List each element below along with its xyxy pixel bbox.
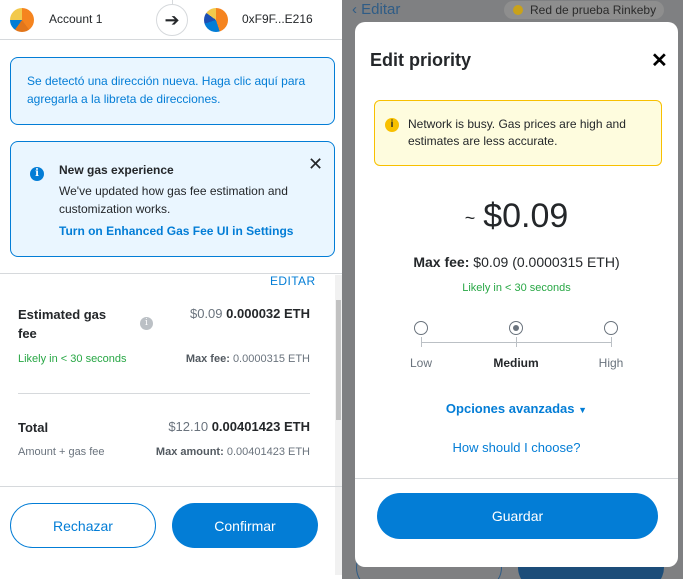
divider <box>0 486 342 487</box>
network-status-icon <box>513 5 523 15</box>
network-badge: Red de prueba Rinkeby <box>504 1 665 19</box>
arrow-right-icon: ➔ <box>156 4 188 36</box>
track-tick <box>421 337 422 347</box>
from-account-name[interactable]: Account 1 <box>49 12 102 26</box>
max-fee-value: 0.0000315 ETH <box>232 353 310 365</box>
max-amount-label: Max amount: <box>155 446 224 458</box>
edit-gas-button[interactable]: EDITAR <box>270 274 316 288</box>
enhanced-gas-settings-link[interactable]: Turn on Enhanced Gas Fee UI in Settings <box>59 224 293 238</box>
modal-title: Edit priority <box>370 50 472 70</box>
gas-fee-eth: 0.000032 ETH <box>226 306 310 321</box>
how-to-choose-link[interactable]: How should I choose? <box>355 440 678 455</box>
radio-high[interactable] <box>604 321 618 335</box>
track-tick <box>611 337 612 347</box>
max-fee-row: Max fee: 0.0000315 ETH <box>186 353 310 365</box>
approx-symbol: ~ <box>464 207 476 228</box>
gas-fee-fiat: $0.09 <box>189 306 223 321</box>
total-subtitle: Amount + gas fee <box>18 446 105 458</box>
confirm-button[interactable]: Confirmar <box>172 503 318 548</box>
info-icon[interactable]: i <box>140 317 153 330</box>
sender-recipient-bar: Account 1 ➔ 0xF9F...E216 <box>0 0 342 40</box>
to-account-address[interactable]: 0xF9F...E216 <box>242 12 313 26</box>
save-button[interactable]: Guardar <box>377 493 658 539</box>
max-fee-fiat: $0.09 <box>473 254 509 270</box>
max-amount-value: 0.00401423 ETH <box>226 446 310 458</box>
gas-notice-title: New gas experience <box>59 163 174 177</box>
to-account-avatar <box>204 8 228 32</box>
chevron-down-icon: ▼ <box>578 405 588 415</box>
divider <box>355 478 678 479</box>
scrollbar-thumb[interactable] <box>336 300 341 420</box>
info-icon: i <box>30 167 44 181</box>
advanced-options-label: Opciones avanzadas <box>445 401 575 416</box>
divider <box>18 393 310 394</box>
option-label-low[interactable]: Low <box>391 356 451 370</box>
total-amount: $12.10 0.00401423 ETH <box>168 419 310 434</box>
radio-low[interactable] <box>414 321 428 335</box>
network-name: Red de prueba Rinkeby <box>530 3 657 17</box>
close-icon[interactable]: ✕ <box>651 48 668 73</box>
background-header: ‹ Editar Red de prueba Rinkeby <box>342 0 683 22</box>
track-tick <box>516 337 517 347</box>
option-label-high[interactable]: High <box>581 356 641 370</box>
radio-medium[interactable] <box>509 321 523 335</box>
edit-priority-modal: Edit priority ✕ i Network is busy. Gas p… <box>355 22 678 567</box>
max-amount-row: Max amount: 0.00401423 ETH <box>156 446 310 458</box>
gas-fee-label-line2: fee <box>18 326 37 341</box>
gas-fee-amount: $0.09 0.000032 ETH <box>190 306 310 321</box>
warning-icon: i <box>385 118 399 132</box>
estimated-fee: ~ $0.09 <box>355 197 678 236</box>
back-edit-link: ‹ Editar <box>352 1 400 18</box>
new-address-notice[interactable]: Se detectó una dirección nueva. Haga cli… <box>10 57 335 125</box>
reject-button[interactable]: Rechazar <box>10 503 156 548</box>
gas-experience-notice: i New gas experience We've updated how g… <box>10 141 335 257</box>
close-icon[interactable]: ✕ <box>308 154 323 175</box>
gas-likely-time: Likely in < 30 seconds <box>18 353 127 365</box>
max-fee-label: Max fee: <box>413 254 470 270</box>
total-eth: 0.00401423 ETH <box>211 419 310 434</box>
max-fee-row: Max fee: $0.09 (0.0000315 ETH) <box>355 254 678 270</box>
gas-notice-body: We've updated how gas fee estimation and… <box>59 184 288 216</box>
advanced-options-toggle[interactable]: Opciones avanzadas ▼ <box>355 401 678 416</box>
total-fiat: $12.10 <box>168 419 209 434</box>
max-fee-eth: (0.0000315 ETH) <box>512 254 620 270</box>
gas-fee-label: Estimated gas fee <box>18 305 106 343</box>
option-label-medium[interactable]: Medium <box>486 356 546 370</box>
gas-fee-label-line1: Estimated gas <box>18 307 107 322</box>
max-fee-label: Max fee: <box>185 353 230 365</box>
chevron-left-icon: ‹ <box>352 1 357 18</box>
total-label: Total <box>18 420 49 435</box>
network-busy-warning: i Network is busy. Gas prices are high a… <box>374 100 662 166</box>
likely-time: Likely in < 30 seconds <box>462 282 571 294</box>
from-account-avatar <box>10 8 34 32</box>
confirm-transaction-panel: Account 1 ➔ 0xF9F...E216 Se detectó una … <box>0 0 342 579</box>
estimated-fee-value: $0.09 <box>483 197 569 235</box>
warning-text: Network is busy. Gas prices are high and… <box>408 117 626 148</box>
back-edit-label: Editar <box>361 1 401 18</box>
